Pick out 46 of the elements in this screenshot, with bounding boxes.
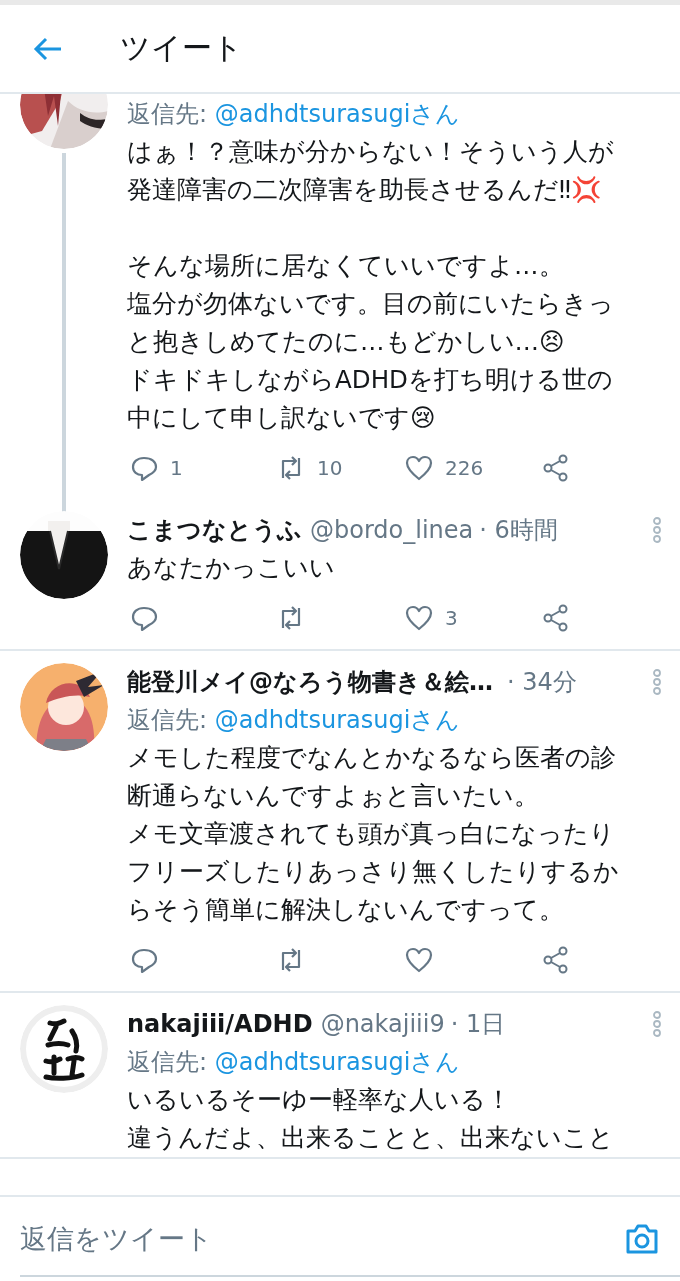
tweet-text: 中にして申し訳ないです😢	[127, 402, 436, 434]
tweet-text: と抱きしめてたのに…もどかしい…😣	[127, 326, 565, 358]
speech-bubble-icon[interactable]	[130, 946, 158, 974]
tweet-text: 塩分が勿体ないです。目の前にいたらきっ	[127, 288, 614, 320]
retweet-count: 10	[317, 456, 343, 480]
tweet-text: 発達障害の二次障害を助長させるんだ‼💢	[127, 174, 602, 206]
user-name[interactable]: こまつなとうふ	[127, 514, 302, 546]
speech-bubble-icon[interactable]	[130, 454, 158, 482]
share-icon[interactable]	[542, 946, 570, 974]
back-arrow-icon[interactable]	[33, 36, 63, 61]
tweet-text: メモした程度でなんとかなるなら医者の診	[127, 742, 616, 774]
like-count: 3	[445, 606, 458, 630]
tweet-text: そんな場所に居なくていいですよ…。	[127, 250, 564, 282]
share-icon[interactable]	[542, 604, 570, 632]
reply-to-label: 返信先:	[127, 706, 208, 734]
user-name[interactable]: nakajiii/ADHD	[127, 1010, 313, 1038]
reply-count: 1	[170, 456, 183, 480]
tweet-time: · 1日	[450, 1009, 506, 1040]
camera-icon[interactable]	[624, 1223, 660, 1255]
tweet-text: らそう簡単に解決しないんですって。	[127, 894, 564, 926]
like-count: 226	[445, 456, 484, 480]
reply-field[interactable]: 返信をツイート	[20, 1201, 680, 1277]
tweet-text: いるいるそーゆー軽率な人いる！	[127, 1084, 511, 1116]
reply-to-label: 返信先:	[127, 100, 208, 128]
mention-link[interactable]: @adhdtsurasugiさん	[214, 1048, 461, 1076]
reply-to-label: 返信先:	[127, 1048, 208, 1076]
mention-link[interactable]: @adhdtsurasugiさん	[214, 100, 461, 128]
tweet-text: フリーズしたりあっさり無くしたりするか	[127, 856, 619, 888]
tweet-text: ドキドキしながらADHDを打ち明ける世の	[127, 364, 613, 396]
mention-link[interactable]: @adhdtsurasugiさん	[214, 706, 461, 734]
heart-icon[interactable]	[405, 604, 433, 632]
tweet-time: · 6時間	[479, 515, 558, 546]
tweet-time: · 34分	[507, 667, 577, 698]
speech-bubble-icon[interactable]	[130, 604, 158, 632]
share-icon[interactable]	[542, 454, 570, 482]
heart-icon[interactable]	[405, 454, 433, 482]
tweet-text: あなたかっこいい	[127, 552, 335, 584]
user-handle[interactable]: @nakajiii9	[320, 1010, 445, 1038]
page-title: ツイート	[120, 29, 243, 67]
tweet-text: はぁ！？意味が分からない！そういう人が	[127, 136, 614, 168]
user-handle[interactable]: @bordo_linea	[310, 516, 474, 544]
tweet-text: 違うんだよ、出来ることと、出来ないこと	[127, 1122, 614, 1154]
tweet-text: メモ文章渡されても頭が真っ白になったり	[127, 818, 615, 850]
heart-icon[interactable]	[405, 946, 433, 974]
tweet-text: 断通らないんですよぉと言いたい。	[127, 780, 539, 812]
user-name[interactable]: 能登川メイ@なろう物書き＆絵…	[127, 666, 493, 698]
